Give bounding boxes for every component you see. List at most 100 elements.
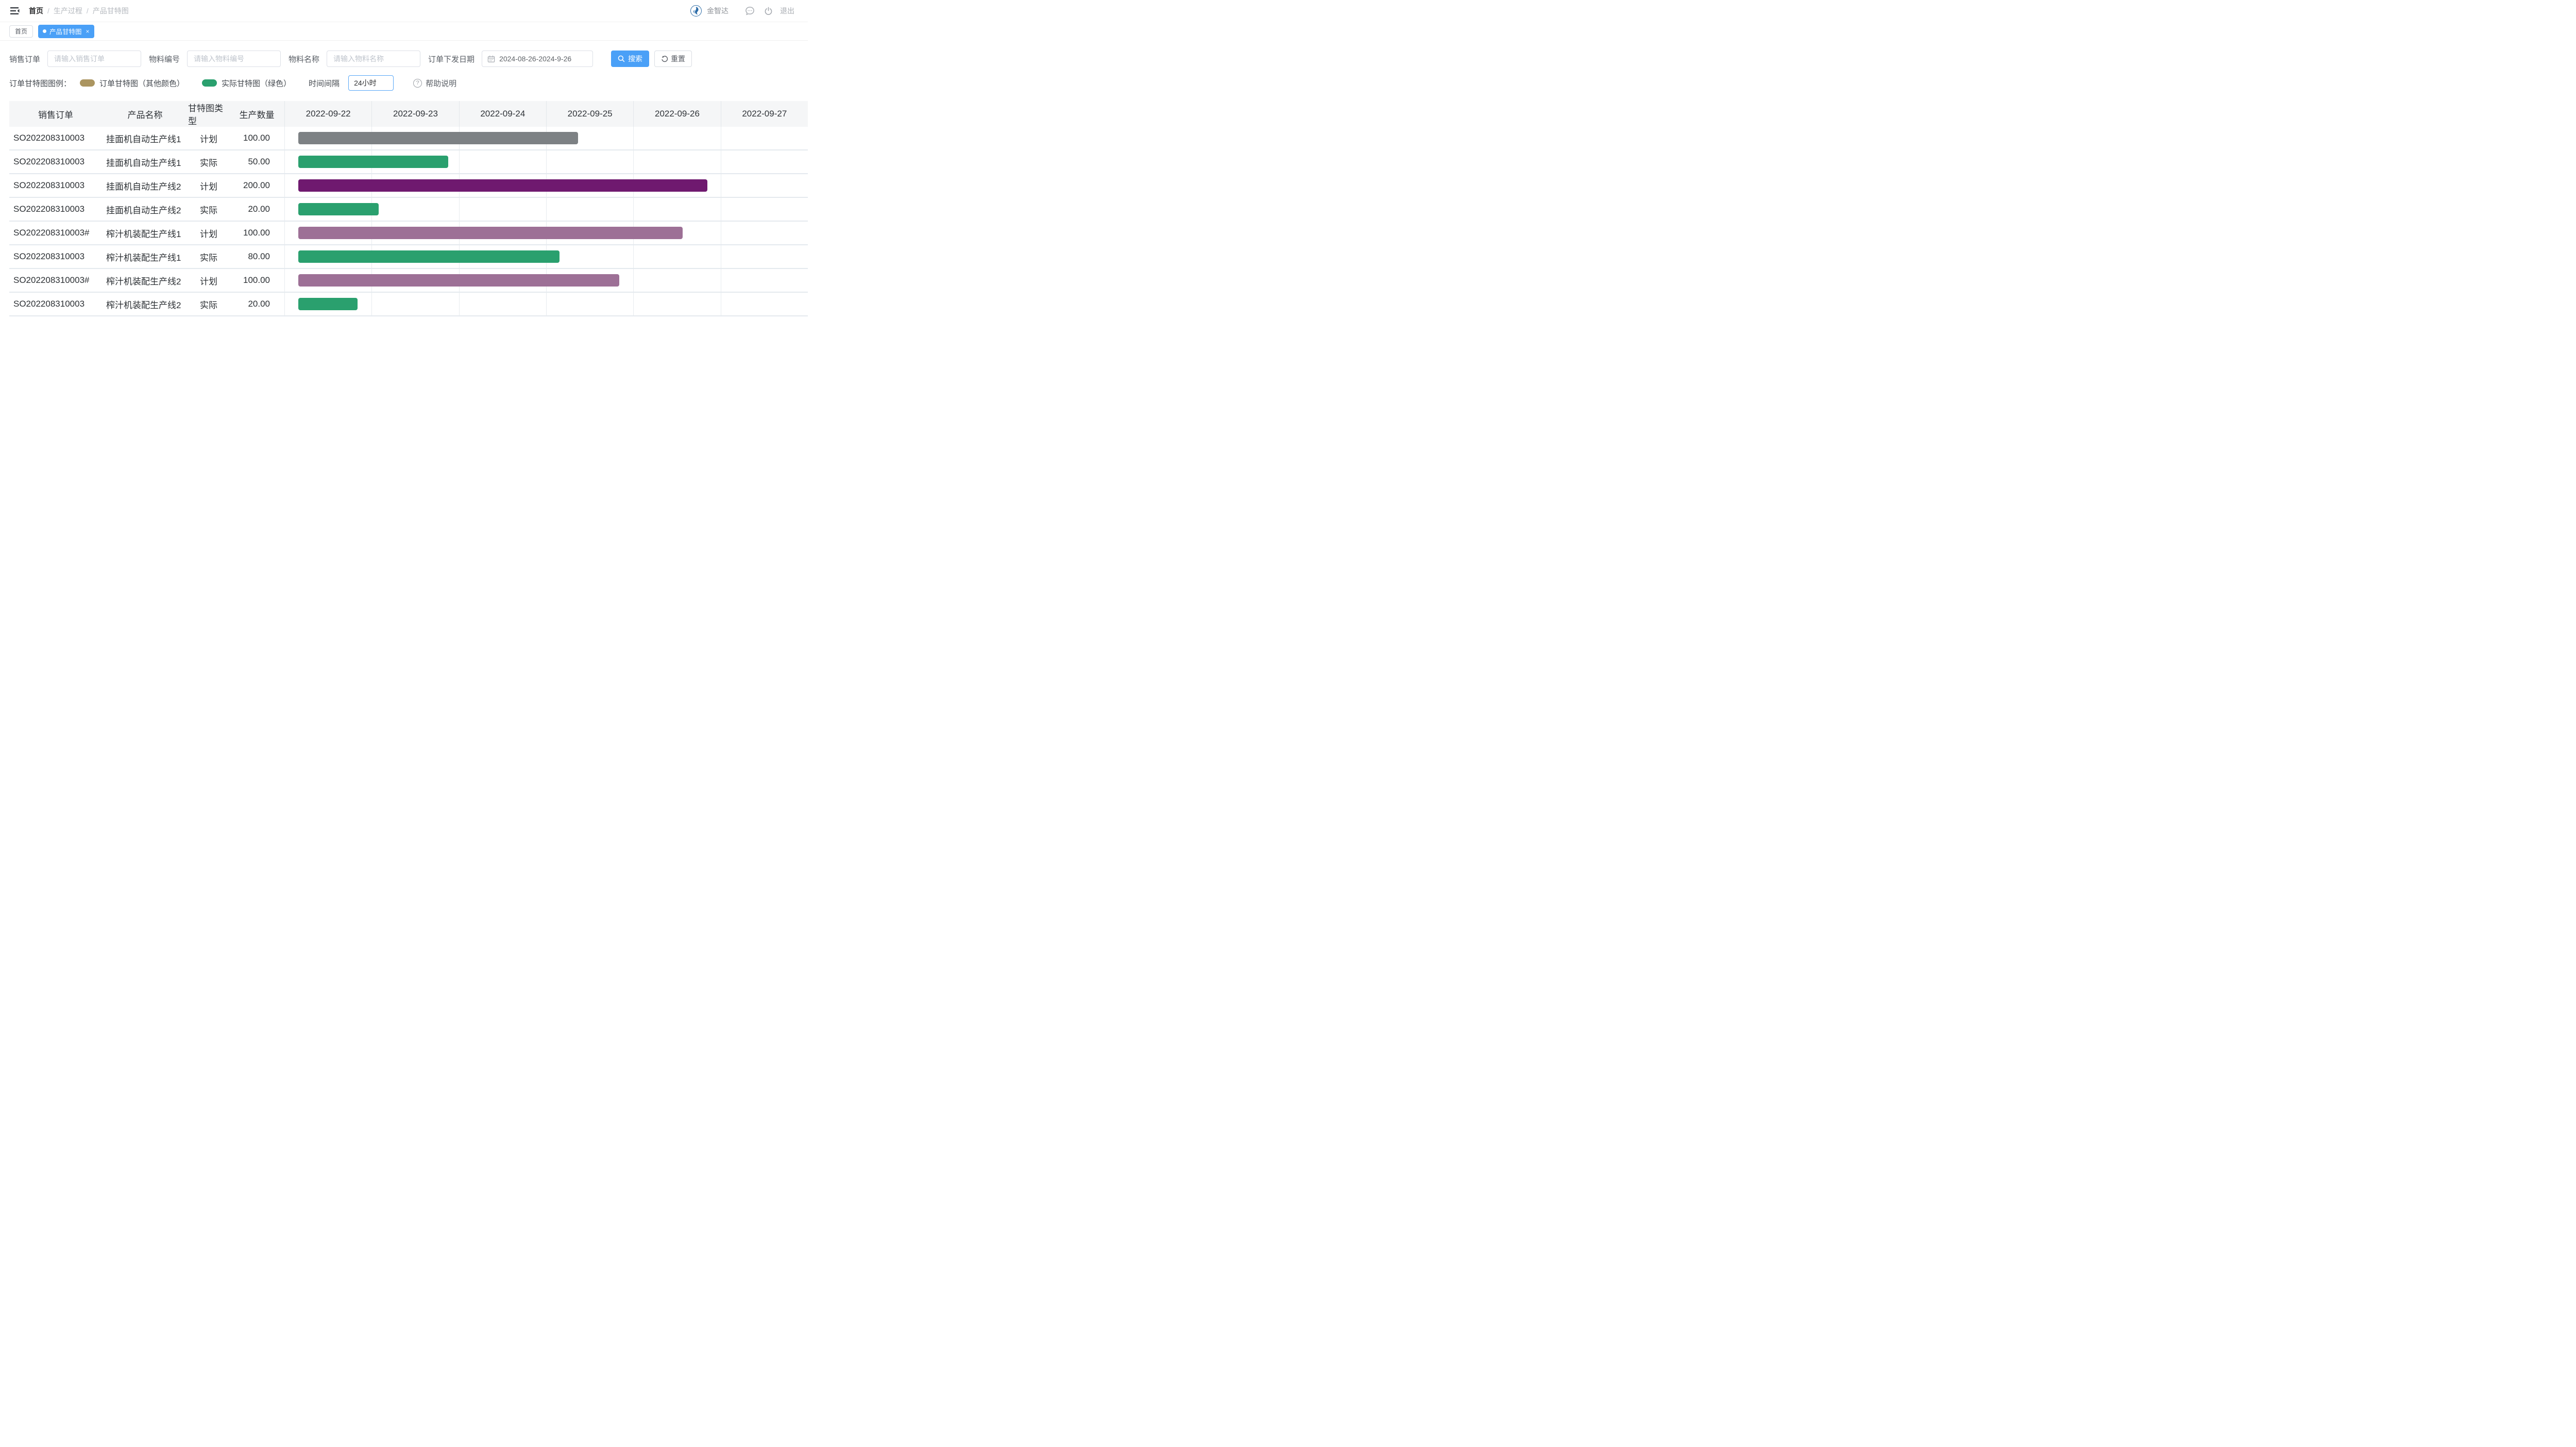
message-icon[interactable] — [745, 6, 755, 16]
active-tab-label: 产品甘特图 — [49, 26, 82, 36]
legend-bar: 订单甘特图图例： 订单甘特图（其他颜色） 实际甘特图（绿色） 时间间隔 ? 帮助… — [0, 67, 808, 91]
grid-line — [546, 198, 547, 221]
table-row: SO202208310003挂面机自动生产线2计划200.00 — [9, 174, 808, 198]
material-no-input[interactable] — [187, 51, 281, 67]
calendar-icon — [487, 55, 495, 63]
interval-label: 时间间隔 — [309, 78, 340, 89]
grid-line — [546, 150, 547, 173]
search-button[interactable]: 搜索 — [611, 51, 649, 67]
cell-gantt-type: 计划 — [188, 222, 229, 244]
gantt-lane — [284, 150, 808, 173]
tab-product-gantt[interactable]: 产品甘特图 × — [38, 25, 94, 38]
order-gantt-swatch — [80, 79, 95, 87]
order-date-label: 订单下发日期 — [428, 54, 474, 64]
cell-sales-order: SO202208310003 — [9, 245, 102, 268]
help-link[interactable]: ? 帮助说明 — [413, 78, 456, 89]
material-name-input[interactable] — [327, 51, 420, 67]
grid-line — [633, 150, 634, 173]
sales-order-input[interactable] — [47, 51, 141, 67]
gantt-bar-planned[interactable] — [298, 179, 707, 192]
legend-title: 订单甘特图图例： — [9, 78, 71, 89]
cell-gantt-type: 实际 — [188, 245, 229, 268]
header-gantt-type: 甘特图类型 — [188, 101, 229, 127]
grid-line — [284, 127, 285, 149]
material-name-group: 物料名称 — [289, 51, 420, 67]
logout-button[interactable]: 退出 — [780, 6, 794, 16]
cell-sales-order: SO202208310003# — [9, 222, 102, 244]
power-icon[interactable] — [764, 7, 773, 15]
grid-line — [633, 245, 634, 268]
grid-line — [371, 293, 372, 315]
breadcrumb-separator: / — [47, 7, 49, 15]
header-date: 2022-09-25 — [546, 101, 633, 127]
cell-gantt-type: 计划 — [188, 269, 229, 292]
gantt-bar-actual[interactable] — [298, 203, 378, 215]
gantt-bar-actual[interactable] — [298, 250, 560, 263]
username[interactable]: 金智达 — [707, 6, 728, 16]
sales-order-label: 销售订单 — [9, 54, 40, 64]
cell-product-name: 挂面机自动生产线1 — [102, 150, 188, 173]
gantt-lane — [284, 245, 808, 268]
tab-close-icon[interactable]: × — [86, 28, 90, 35]
gantt-bar-planned[interactable] — [298, 227, 683, 239]
sales-order-group: 销售订单 — [9, 51, 141, 67]
cell-sales-order: SO202208310003 — [9, 174, 102, 197]
gantt-bar-planned[interactable] — [298, 132, 578, 144]
cell-quantity: 20.00 — [229, 293, 284, 315]
grid-line — [459, 150, 460, 173]
header-product-name: 产品名称 — [102, 101, 188, 127]
navbar-right: 金智达 退出 — [690, 5, 794, 16]
tab-home[interactable]: 首页 — [9, 25, 33, 38]
cell-sales-order: SO202208310003 — [9, 150, 102, 173]
gantt-bar-actual[interactable] — [298, 298, 358, 310]
cell-gantt-type: 计划 — [188, 127, 229, 149]
order-date-picker[interactable]: 2024-08-26-2024-9-26 — [482, 51, 593, 67]
table-row: SO202208310003榨汁机装配生产线1实际80.00 — [9, 245, 808, 269]
reset-button[interactable]: 重置 — [654, 51, 692, 67]
material-name-label: 物料名称 — [289, 54, 319, 64]
table-row: SO202208310003榨汁机装配生产线2实际20.00 — [9, 293, 808, 316]
legend-item-order: 订单甘特图（其他颜色） — [80, 78, 184, 89]
menu-collapse-icon[interactable] — [10, 7, 20, 15]
breadcrumb-process[interactable]: 生产过程 — [54, 6, 82, 16]
order-gantt-label: 订单甘特图（其他颜色） — [99, 78, 184, 89]
cell-quantity: 200.00 — [229, 174, 284, 197]
header-date: 2022-09-24 — [459, 101, 546, 127]
grid-line — [284, 150, 285, 173]
gantt-lane — [284, 269, 808, 292]
table-row: SO202208310003#榨汁机装配生产线2计划100.00 — [9, 269, 808, 293]
filter-bar: 销售订单 物料编号 物料名称 订单下发日期 2024-08-26 — [0, 41, 808, 67]
table-row: SO202208310003#榨汁机装配生产线1计划100.00 — [9, 222, 808, 245]
cell-gantt-type: 计划 — [188, 174, 229, 197]
gantt-lane — [284, 127, 808, 149]
cell-gantt-type: 实际 — [188, 150, 229, 173]
grid-line — [459, 293, 460, 315]
cell-product-name: 榨汁机装配生产线2 — [102, 293, 188, 315]
gantt-lane — [284, 198, 808, 221]
gantt-bar-actual[interactable] — [298, 156, 448, 168]
header-date: 2022-09-27 — [721, 101, 808, 127]
header-date-columns: 2022-09-222022-09-232022-09-242022-09-25… — [284, 101, 808, 127]
help-label: 帮助说明 — [426, 78, 456, 89]
gantt-table-body: SO202208310003挂面机自动生产线1计划100.00SO2022083… — [9, 127, 808, 316]
cell-sales-order: SO202208310003 — [9, 127, 102, 149]
gantt-bar-planned[interactable] — [298, 274, 619, 287]
interval-input[interactable] — [348, 75, 394, 91]
cell-product-name: 榨汁机装配生产线2 — [102, 269, 188, 292]
cell-product-name: 挂面机自动生产线2 — [102, 198, 188, 221]
grid-line — [284, 198, 285, 221]
material-no-group: 物料编号 — [149, 51, 281, 67]
gantt-lane — [284, 293, 808, 315]
question-icon: ? — [413, 79, 422, 88]
cell-sales-order: SO202208310003 — [9, 293, 102, 315]
cell-product-name: 榨汁机装配生产线1 — [102, 222, 188, 244]
header-date: 2022-09-22 — [284, 101, 371, 127]
table-row: SO202208310003挂面机自动生产线2实际20.00 — [9, 198, 808, 222]
cell-quantity: 50.00 — [229, 150, 284, 173]
brand-avatar[interactable] — [690, 5, 702, 16]
breadcrumb-home[interactable]: 首页 — [29, 6, 43, 16]
tabbar: 首页 产品甘特图 × — [0, 22, 808, 41]
header-date: 2022-09-23 — [371, 101, 459, 127]
gantt-lane — [284, 222, 808, 244]
cell-product-name: 榨汁机装配生产线1 — [102, 245, 188, 268]
